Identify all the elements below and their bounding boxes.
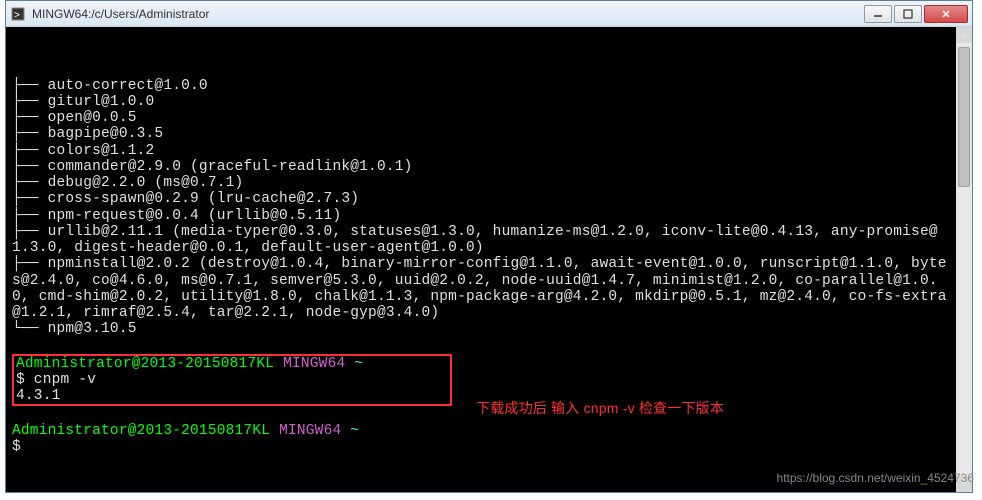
window-buttons — [864, 5, 968, 23]
app-icon: > — [10, 6, 26, 22]
prompt-path: ~ — [354, 356, 363, 372]
output-line: ├── cross-spawn@0.2.9 (lru-cache@2.7.3) — [12, 191, 359, 207]
terminal-body[interactable]: ├── auto-correct@1.0.0 ├── giturl@1.0.0 … — [6, 27, 972, 492]
scroll-thumb[interactable] — [958, 47, 970, 187]
terminal-window: > MINGW64:/c/Users/Administrator ├── aut… — [5, 0, 973, 493]
scroll-up-icon[interactable]: ▲ — [956, 27, 972, 43]
output-line: ├── bagpipe@0.3.5 — [12, 126, 163, 142]
output-line: ├── giturl@1.0.0 — [12, 94, 154, 110]
svg-text:>: > — [14, 11, 20, 22]
output-line: ├── auto-correct@1.0.0 — [12, 78, 208, 94]
maximize-button[interactable] — [894, 5, 922, 23]
output-line: ├── colors@1.1.2 — [12, 143, 154, 159]
close-button[interactable] — [924, 5, 968, 23]
prompt-path: ~ — [350, 423, 359, 439]
output-line: └── npm@3.10.5 — [12, 321, 137, 337]
output-line: ├── npm-request@0.0.4 (urllib@0.5.11) — [12, 208, 341, 224]
command-line: $ cnpm -v — [16, 372, 96, 388]
prompt-user: Administrator@2013-20150817KL — [16, 356, 274, 372]
output-line: ├── debug@2.2.0 (ms@0.7.1) — [12, 175, 243, 191]
prompt-env: MINGW64 — [279, 423, 341, 439]
output-line: ├── commander@2.9.0 (graceful-readlink@1… — [12, 159, 413, 175]
prompt-user: Administrator@2013-20150817KL — [12, 423, 270, 439]
output-line: ├── open@0.0.5 — [12, 110, 137, 126]
scrollbar[interactable]: ▲ ▼ — [956, 27, 972, 492]
watermark: https://blog.csdn.net/weixin_4524736 — [777, 471, 974, 485]
minimize-button[interactable] — [864, 5, 892, 23]
annotation-text: 下载成功后 输入 cnpm -v 检查一下版本 — [476, 401, 724, 417]
output-line: ├── urllib@2.11.1 (media-typer@0.3.0, st… — [12, 224, 938, 256]
highlight-box: Administrator@2013-20150817KL MINGW64 ~ … — [12, 354, 452, 407]
prompt-env: MINGW64 — [283, 356, 345, 372]
prompt-cursor: $ — [12, 439, 21, 455]
output-line: ├── npminstall@2.0.2 (destroy@1.0.4, bin… — [12, 256, 947, 321]
titlebar[interactable]: > MINGW64:/c/Users/Administrator — [6, 1, 972, 27]
command-output: 4.3.1 — [16, 388, 61, 404]
window-title: MINGW64:/c/Users/Administrator — [32, 7, 864, 21]
